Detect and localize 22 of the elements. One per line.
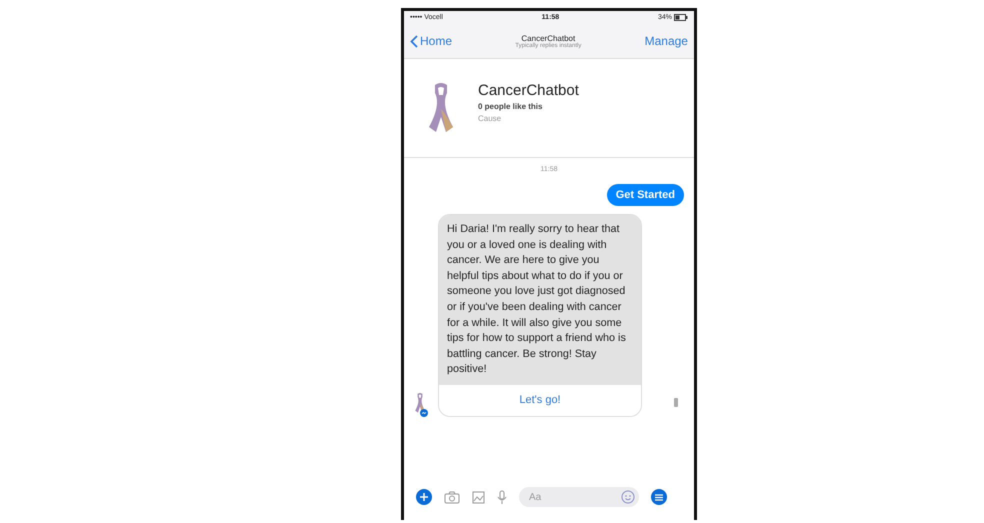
camera-icon[interactable] xyxy=(444,490,460,504)
messenger-badge-icon xyxy=(420,408,428,417)
menu-icon xyxy=(655,494,663,500)
battery-icon xyxy=(674,14,688,21)
message-field[interactable]: Aa xyxy=(519,487,639,507)
plus-icon xyxy=(420,493,428,501)
menu-button[interactable] xyxy=(651,489,667,505)
likes-count: 0 people like this xyxy=(478,102,544,110)
manage-button[interactable]: Manage xyxy=(644,34,688,48)
page-category: Cause xyxy=(478,114,502,122)
message-bubble: Get Started xyxy=(606,184,684,206)
emoji-icon[interactable] xyxy=(621,490,635,504)
ribbon-icon xyxy=(426,82,456,134)
image-icon[interactable] xyxy=(472,490,485,504)
chat-title: CancerChatbot xyxy=(521,34,576,42)
microphone-icon[interactable] xyxy=(497,490,507,504)
back-button[interactable]: Home xyxy=(410,34,452,48)
chevron-left-icon xyxy=(410,34,418,48)
read-receipt-icon xyxy=(674,398,678,407)
plus-button[interactable] xyxy=(416,489,432,505)
message-text: Hi Daria! I'm really sorry to hear that you or a loved one is dealing with cancer. We are here to give you helpful tips about what to do if you or someone you love just got diagnosed or if you've been dealing with cancer for a while. It will also give you some tips for how to support a friend who is battling cancer. Be strong! Stay positive! xyxy=(439,215,641,385)
page-name: CancerChatbot xyxy=(478,82,579,98)
